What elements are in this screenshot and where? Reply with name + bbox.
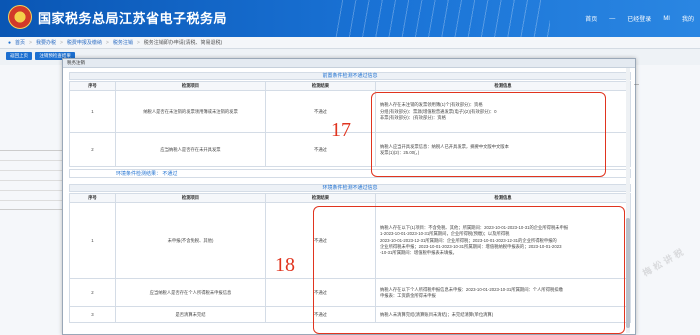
breadcrumb: ● 首页 > 我要办税 > 税费申报及缴纳 > 税务注销 > 税务注销即办申请(清税、简… [0,37,700,49]
col-header-result: 检测结果 [265,80,376,92]
col-header-detail: 检测信息 [375,192,631,204]
row-item: 纳税人是否在未注销的发票领用簿或未注销的发票 [115,90,266,134]
col-header-result: 检测结果 [265,192,376,204]
annotation-label-17: 17 [331,119,351,141]
breadcrumb-current: 税务注销即办申请(清税、简易退税) [143,40,223,46]
header-logged-in[interactable]: 已经登录 [627,14,651,23]
row-no: 2 [69,278,116,308]
row-no: 3 [69,306,116,324]
annotation-box-18 [313,206,625,334]
scrollbar-thumb[interactable] [626,218,630,328]
row-no: 2 [69,132,116,168]
site-title: 国家税务总局江苏省电子税务局 [38,11,228,26]
app-window: 国家税务总局江苏省电子税务局 首页 — 已经登录 MI 我的 ● 首页 > 我要办… [0,0,700,335]
annotation-label-18: 18 [275,254,295,276]
col-header-item: 检测项目 [115,80,266,92]
col-header-detail: 检测信息 [375,80,631,92]
site-header: 国家税务总局江苏省电子税务局 首页 — 已经登录 MI 我的 [0,0,700,37]
col-header-no: 序号 [69,192,116,204]
section-environment-title: 环境条件检测不通过信息 [69,184,631,192]
row-item: 应当纳税人是否存在未开具发票 [115,132,266,168]
location-pin-icon: ● [8,39,12,46]
header-home-link[interactable]: 首页 [585,14,597,23]
breadcrumb-declare[interactable]: 税费申报及缴纳 [67,39,102,46]
col-header-item: 检测项目 [115,192,266,204]
breadcrumb-deregister[interactable]: 税务注销 [113,39,133,46]
header-dash: — [609,15,616,22]
row-result: 不通过 [265,132,376,168]
col-header-no: 序号 [69,80,116,92]
row-item: 是否清算未完结 [115,306,266,324]
background-table [0,150,62,210]
section-prerequisite-title: 前置条件检测不通过信息 [69,72,631,80]
deregistration-check-dialog: 税务注销 前置条件检测不通过信息 序号 检测项目 检测结果 检测信息 1 纳税人… [62,58,636,335]
row-item: 未申报(不含免税、其他) [115,202,266,280]
header-links: 首页 — 已经登录 MI 我的 [585,14,694,24]
tax-emblem-logo [8,5,32,29]
row-item: 应当纳税人是否存在个人所得税未申报信息 [115,278,266,308]
header-mi-link[interactable]: MI [663,16,670,22]
dialog-scrollbar[interactable] [626,68,630,333]
collapse-icon[interactable]: — [634,82,639,88]
row-no: 1 [69,202,116,280]
back-button[interactable]: 返回上页 [6,52,32,60]
header-decoration [330,0,550,37]
header-my-link[interactable]: 我的 [682,14,694,23]
breadcrumb-tax[interactable]: 我要办税 [36,39,56,46]
row-result: 不通过 [265,90,376,134]
annotation-box-17 [371,92,606,177]
dialog-titlebar: 税务注销 [63,59,635,68]
breadcrumb-home[interactable]: 首页 [15,39,25,46]
row-no: 1 [69,90,116,134]
dialog-title: 税务注销 [67,60,85,65]
